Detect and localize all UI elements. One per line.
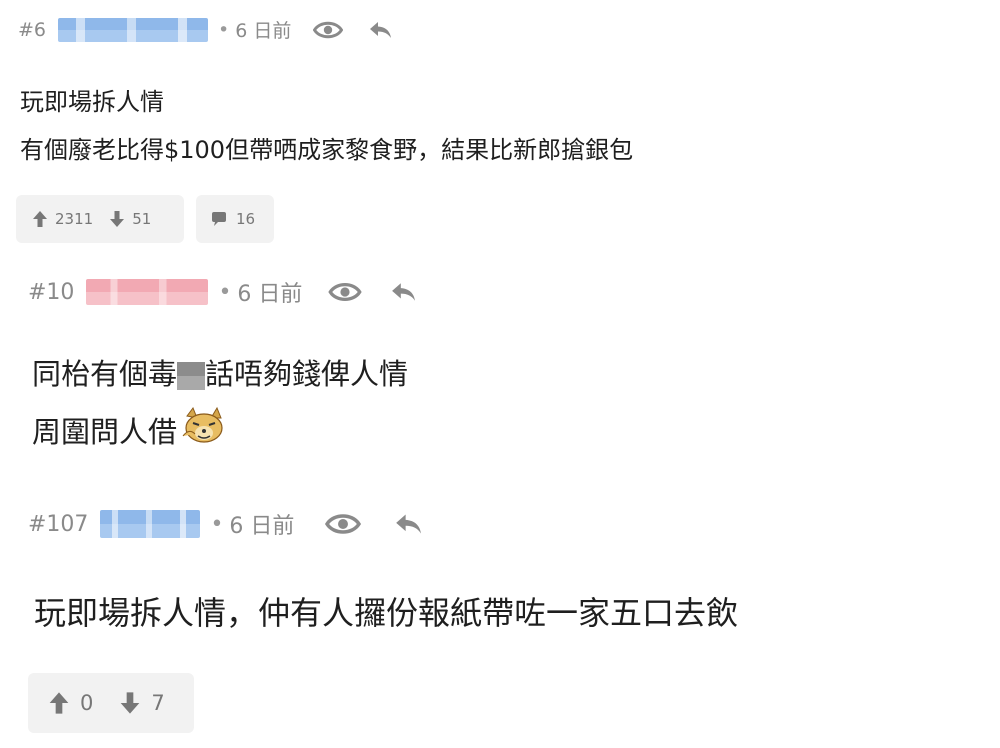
arrow-up-icon	[33, 211, 47, 227]
downvote-count: 7	[151, 691, 165, 715]
post-time: 6 日前	[237, 282, 303, 307]
upvote-count: 2311	[55, 210, 94, 228]
post-meta: #10 • 6 日前	[28, 276, 418, 308]
upvote-count: 0	[80, 691, 94, 715]
reply-count: 16	[236, 210, 256, 228]
vote-bar: 0 7	[28, 673, 194, 733]
eye-icon[interactable]	[313, 19, 344, 41]
post-number[interactable]: #107	[28, 512, 88, 537]
post-number[interactable]: #6	[18, 19, 46, 41]
post-time: 6 日前	[235, 20, 292, 42]
post-time: 6 日前	[229, 514, 295, 539]
username-blurred[interactable]	[100, 510, 201, 538]
post-text-line: 玩即場拆人情，仲有人攞份報紙帶咗一家五口去飲	[34, 594, 739, 632]
post-number[interactable]: #10	[28, 280, 74, 305]
post-text-line: 同枱有個毒 話唔夠錢俾人情	[32, 351, 408, 393]
post-meta: #6 • 6 日前	[18, 16, 393, 43]
censored-character	[177, 362, 206, 390]
post-text-line: 周圍問人借	[32, 406, 229, 453]
post-text-line: 有個廢老比得$100但帶哂成家黎食野，結果比新郎搶銀包	[20, 136, 634, 164]
username-blurred[interactable]	[58, 17, 209, 42]
vote-bar: 2311 51 16	[16, 195, 274, 243]
text-segment: 同枱有個毒	[32, 357, 178, 391]
upvote-button[interactable]: 2311	[32, 210, 93, 228]
text-segment: 周圍問人借	[32, 414, 178, 449]
arrow-down-icon	[121, 692, 140, 714]
text-segment: 話唔夠錢俾人情	[205, 357, 409, 391]
arrow-up-icon	[49, 692, 69, 714]
arrow-down-icon	[110, 211, 125, 227]
downvote-button[interactable]: 7	[119, 691, 165, 715]
eye-icon[interactable]	[324, 511, 362, 537]
eye-icon[interactable]	[328, 280, 363, 304]
reply-arrow-icon[interactable]	[388, 280, 418, 304]
reply-arrow-icon[interactable]	[392, 511, 424, 537]
separator-dot: •	[218, 279, 232, 305]
vote-pill: 0 7	[28, 673, 194, 733]
downvote-count: 51	[132, 210, 152, 228]
separator-dot: •	[210, 511, 224, 537]
post-meta: #107 • 6 日前	[28, 508, 424, 540]
vote-pill: 2311 51	[16, 195, 184, 243]
post-text-line: 玩即場拆人情	[20, 88, 164, 116]
dog-emoji-icon	[179, 406, 229, 453]
separator-dot: •	[218, 18, 230, 41]
reply-arrow-icon[interactable]	[367, 19, 393, 41]
downvote-button[interactable]: 51	[109, 210, 151, 228]
reply-count-button[interactable]: 16	[196, 195, 274, 243]
upvote-button[interactable]: 0	[48, 691, 93, 715]
comment-bubble-icon	[212, 212, 226, 226]
username-blurred[interactable]	[86, 279, 209, 305]
